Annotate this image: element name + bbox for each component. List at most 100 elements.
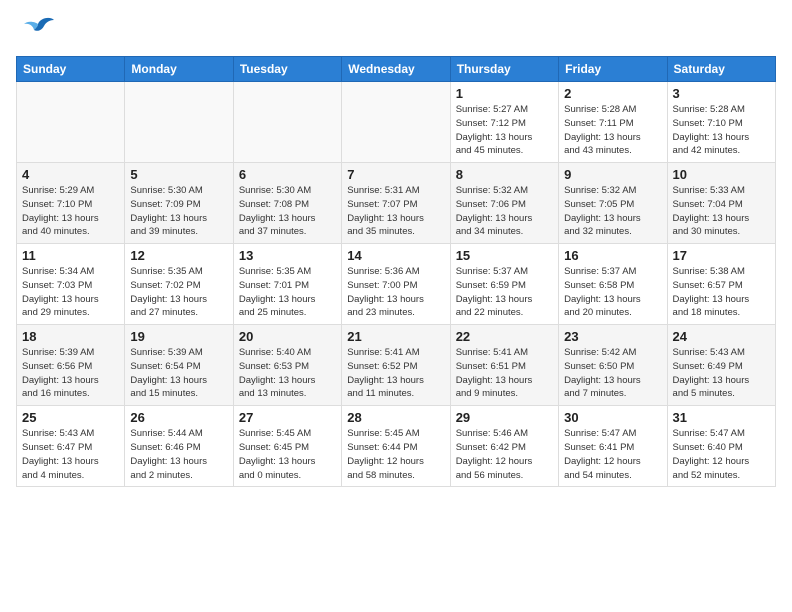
table-row bbox=[125, 82, 233, 163]
day-info: Sunrise: 5:28 AM Sunset: 7:10 PM Dayligh… bbox=[673, 103, 770, 158]
day-number: 29 bbox=[456, 410, 553, 425]
table-row: 5 Sunrise: 5:30 AM Sunset: 7:09 PM Daylig… bbox=[125, 163, 233, 244]
page: Sunday Monday Tuesday Wednesday Thursday… bbox=[0, 0, 792, 497]
day-number: 15 bbox=[456, 248, 553, 263]
day-info: Sunrise: 5:35 AM Sunset: 7:01 PM Dayligh… bbox=[239, 265, 336, 320]
table-row: 30 Sunrise: 5:47 AM Sunset: 6:41 PM Dayli… bbox=[559, 406, 667, 487]
calendar-week-row: 4Sunrise: 5:29 AM Sunset: 7:10 PM Daylig… bbox=[17, 163, 776, 244]
day-number: 1 bbox=[456, 86, 553, 101]
day-info: Sunrise: 5:33 AM Sunset: 7:04 PM Dayligh… bbox=[673, 184, 770, 239]
table-row: 24 Sunrise: 5:43 AM Sunset: 6:49 PM Dayli… bbox=[667, 325, 775, 406]
table-row: 23 Sunrise: 5:42 AM Sunset: 6:50 PM Dayli… bbox=[559, 325, 667, 406]
day-info: Sunrise: 5:45 AM Sunset: 6:45 PM Dayligh… bbox=[239, 427, 336, 482]
day-info: Sunrise: 5:28 AM Sunset: 7:11 PM Dayligh… bbox=[564, 103, 661, 158]
day-info: Sunrise: 5:39 AM Sunset: 6:56 PM Dayligh… bbox=[22, 346, 119, 401]
table-row: 19Sunrise: 5:39 AM Sunset: 6:54 PM Dayli… bbox=[125, 325, 233, 406]
day-info: Sunrise: 5:30 AM Sunset: 7:09 PM Dayligh… bbox=[130, 184, 227, 239]
day-number: 22 bbox=[456, 329, 553, 344]
calendar-week-row: 25 Sunrise: 5:43 AM Sunset: 6:47 PM Dayli… bbox=[17, 406, 776, 487]
day-info: Sunrise: 5:41 AM Sunset: 6:51 PM Dayligh… bbox=[456, 346, 553, 401]
table-row: 18 Sunrise: 5:39 AM Sunset: 6:56 PM Dayli… bbox=[17, 325, 125, 406]
day-number: 17 bbox=[673, 248, 770, 263]
day-info: Sunrise: 5:35 AM Sunset: 7:02 PM Dayligh… bbox=[130, 265, 227, 320]
col-wednesday: Wednesday bbox=[342, 57, 450, 82]
day-number: 12 bbox=[130, 248, 227, 263]
day-number: 7 bbox=[347, 167, 444, 182]
calendar-week-row: 18 Sunrise: 5:39 AM Sunset: 6:56 PM Dayli… bbox=[17, 325, 776, 406]
calendar-table: Sunday Monday Tuesday Wednesday Thursday… bbox=[16, 56, 776, 487]
day-number: 3 bbox=[673, 86, 770, 101]
day-info: Sunrise: 5:43 AM Sunset: 6:49 PM Dayligh… bbox=[673, 346, 770, 401]
day-number: 6 bbox=[239, 167, 336, 182]
col-thursday: Thursday bbox=[450, 57, 558, 82]
day-number: 14 bbox=[347, 248, 444, 263]
day-number: 21 bbox=[347, 329, 444, 344]
table-row: 10 Sunrise: 5:33 AM Sunset: 7:04 PM Dayli… bbox=[667, 163, 775, 244]
day-number: 19 bbox=[130, 329, 227, 344]
day-number: 27 bbox=[239, 410, 336, 425]
day-number: 25 bbox=[22, 410, 119, 425]
day-number: 10 bbox=[673, 167, 770, 182]
table-row: 17 Sunrise: 5:38 AM Sunset: 6:57 PM Dayli… bbox=[667, 244, 775, 325]
table-row: 15 Sunrise: 5:37 AM Sunset: 6:59 PM Dayli… bbox=[450, 244, 558, 325]
table-row: 21Sunrise: 5:41 AM Sunset: 6:52 PM Dayli… bbox=[342, 325, 450, 406]
table-row bbox=[17, 82, 125, 163]
day-number: 31 bbox=[673, 410, 770, 425]
table-row: 7 Sunrise: 5:31 AM Sunset: 7:07 PM Daylig… bbox=[342, 163, 450, 244]
calendar-header-row: Sunday Monday Tuesday Wednesday Thursday… bbox=[17, 57, 776, 82]
table-row bbox=[342, 82, 450, 163]
day-info: Sunrise: 5:43 AM Sunset: 6:47 PM Dayligh… bbox=[22, 427, 119, 482]
col-monday: Monday bbox=[125, 57, 233, 82]
day-info: Sunrise: 5:38 AM Sunset: 6:57 PM Dayligh… bbox=[673, 265, 770, 320]
day-info: Sunrise: 5:40 AM Sunset: 6:53 PM Dayligh… bbox=[239, 346, 336, 401]
table-row: 25 Sunrise: 5:43 AM Sunset: 6:47 PM Dayli… bbox=[17, 406, 125, 487]
table-row: 31Sunrise: 5:47 AM Sunset: 6:40 PM Dayli… bbox=[667, 406, 775, 487]
day-info: Sunrise: 5:31 AM Sunset: 7:07 PM Dayligh… bbox=[347, 184, 444, 239]
day-info: Sunrise: 5:27 AM Sunset: 7:12 PM Dayligh… bbox=[456, 103, 553, 158]
calendar-week-row: 1 Sunrise: 5:27 AM Sunset: 7:12 PM Daylig… bbox=[17, 82, 776, 163]
table-row bbox=[233, 82, 341, 163]
table-row: 12 Sunrise: 5:35 AM Sunset: 7:02 PM Dayli… bbox=[125, 244, 233, 325]
day-number: 24 bbox=[673, 329, 770, 344]
day-number: 9 bbox=[564, 167, 661, 182]
logo-bird-icon bbox=[20, 16, 56, 44]
col-saturday: Saturday bbox=[667, 57, 775, 82]
day-info: Sunrise: 5:36 AM Sunset: 7:00 PM Dayligh… bbox=[347, 265, 444, 320]
day-info: Sunrise: 5:29 AM Sunset: 7:10 PM Dayligh… bbox=[22, 184, 119, 239]
col-friday: Friday bbox=[559, 57, 667, 82]
day-info: Sunrise: 5:42 AM Sunset: 6:50 PM Dayligh… bbox=[564, 346, 661, 401]
table-row: 9 Sunrise: 5:32 AM Sunset: 7:05 PM Daylig… bbox=[559, 163, 667, 244]
day-number: 23 bbox=[564, 329, 661, 344]
table-row: 1 Sunrise: 5:27 AM Sunset: 7:12 PM Daylig… bbox=[450, 82, 558, 163]
day-number: 2 bbox=[564, 86, 661, 101]
logo bbox=[16, 16, 56, 44]
table-row: 26Sunrise: 5:44 AM Sunset: 6:46 PM Dayli… bbox=[125, 406, 233, 487]
day-number: 5 bbox=[130, 167, 227, 182]
day-number: 26 bbox=[130, 410, 227, 425]
col-sunday: Sunday bbox=[17, 57, 125, 82]
col-tuesday: Tuesday bbox=[233, 57, 341, 82]
table-row: 16Sunrise: 5:37 AM Sunset: 6:58 PM Dayli… bbox=[559, 244, 667, 325]
day-info: Sunrise: 5:37 AM Sunset: 6:58 PM Dayligh… bbox=[564, 265, 661, 320]
table-row: 13 Sunrise: 5:35 AM Sunset: 7:01 PM Dayli… bbox=[233, 244, 341, 325]
table-row: 14 Sunrise: 5:36 AM Sunset: 7:00 PM Dayli… bbox=[342, 244, 450, 325]
day-info: Sunrise: 5:32 AM Sunset: 7:05 PM Dayligh… bbox=[564, 184, 661, 239]
day-number: 20 bbox=[239, 329, 336, 344]
table-row: 28 Sunrise: 5:45 AM Sunset: 6:44 PM Dayli… bbox=[342, 406, 450, 487]
calendar-week-row: 11Sunrise: 5:34 AM Sunset: 7:03 PM Dayli… bbox=[17, 244, 776, 325]
table-row: 2 Sunrise: 5:28 AM Sunset: 7:11 PM Daylig… bbox=[559, 82, 667, 163]
day-info: Sunrise: 5:45 AM Sunset: 6:44 PM Dayligh… bbox=[347, 427, 444, 482]
day-number: 13 bbox=[239, 248, 336, 263]
header bbox=[16, 16, 776, 44]
table-row: 27 Sunrise: 5:45 AM Sunset: 6:45 PM Dayli… bbox=[233, 406, 341, 487]
table-row: 20 Sunrise: 5:40 AM Sunset: 6:53 PM Dayli… bbox=[233, 325, 341, 406]
day-info: Sunrise: 5:37 AM Sunset: 6:59 PM Dayligh… bbox=[456, 265, 553, 320]
day-info: Sunrise: 5:30 AM Sunset: 7:08 PM Dayligh… bbox=[239, 184, 336, 239]
day-number: 28 bbox=[347, 410, 444, 425]
day-info: Sunrise: 5:46 AM Sunset: 6:42 PM Dayligh… bbox=[456, 427, 553, 482]
day-info: Sunrise: 5:32 AM Sunset: 7:06 PM Dayligh… bbox=[456, 184, 553, 239]
day-number: 30 bbox=[564, 410, 661, 425]
table-row: 3 Sunrise: 5:28 AM Sunset: 7:10 PM Daylig… bbox=[667, 82, 775, 163]
day-number: 18 bbox=[22, 329, 119, 344]
day-info: Sunrise: 5:47 AM Sunset: 6:41 PM Dayligh… bbox=[564, 427, 661, 482]
